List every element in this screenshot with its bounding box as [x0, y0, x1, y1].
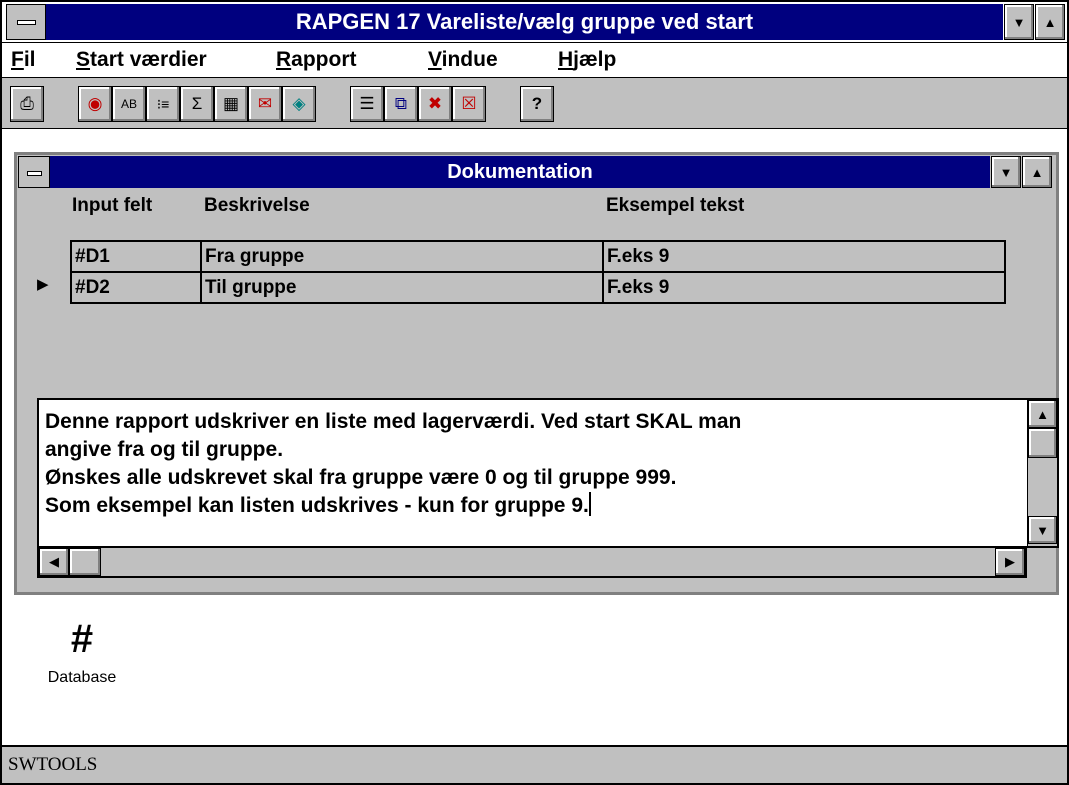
child-minimize-button[interactable]: ▼	[991, 156, 1021, 188]
calculator-icon[interactable]: ▦	[214, 86, 248, 122]
description-text: Denne rapport udskriver en liste med lag…	[45, 410, 742, 517]
horizontal-scrollbar[interactable]: ◀ ▶	[37, 548, 1027, 578]
ab-field-icon[interactable]: AB	[112, 86, 146, 122]
list-icon[interactable]: ⁝≡	[146, 86, 180, 122]
close-windows-icon[interactable]: ✖	[418, 86, 452, 122]
main-window: RAPGEN 17 Vareliste/vælg gruppe ved star…	[0, 0, 1069, 785]
table-row[interactable]: #D1 Fra gruppe F.eks 9	[17, 240, 1017, 273]
tile-icon[interactable]: ☰	[350, 86, 384, 122]
scroll-right-button[interactable]: ▶	[995, 548, 1025, 576]
maximize-button[interactable]: ▲	[1035, 4, 1065, 40]
cell-eksempel-tekst[interactable]: F.eks 9	[602, 271, 1006, 304]
scroll-thumb[interactable]	[1028, 428, 1057, 458]
vertical-scrollbar[interactable]: ▲ ▼	[1027, 400, 1057, 546]
status-text: SWTOOLS	[8, 754, 98, 775]
menu-rapport[interactable]: Rapport	[276, 43, 357, 77]
close-icon[interactable]: ☒	[452, 86, 486, 122]
cell-input-felt[interactable]: #D2	[70, 271, 202, 304]
printer-icon[interactable]: ⎙	[10, 86, 44, 122]
child-title-bar[interactable]: Dokumentation	[50, 156, 990, 188]
hash-icon: #	[70, 617, 94, 661]
documentation-window: Dokumentation ▼ ▲ Input felt Beskrivelse…	[14, 152, 1059, 595]
description-textarea[interactable]: Denne rapport udskriver en liste med lag…	[37, 398, 1059, 548]
child-window-title: Dokumentation	[447, 161, 593, 183]
column-header-beskrivelse: Beskrivelse	[204, 195, 310, 216]
cell-input-felt[interactable]: #D1	[70, 240, 202, 273]
system-menu-icon[interactable]	[6, 4, 46, 40]
diamond-icon[interactable]: ◈	[282, 86, 316, 122]
current-row-indicator-icon: ▶	[37, 276, 49, 293]
toolbar: ⎙ ◉ AB ⁝≡ Σ ▦ ✉ ◈ ☰ ⧉ ✖ ☒ ?	[2, 77, 1067, 129]
help-icon[interactable]: ?	[520, 86, 554, 122]
minimize-button[interactable]: ▼	[1004, 4, 1034, 40]
database-desktop-item[interactable]: # Database	[32, 617, 132, 707]
menu-start-vaerdier[interactable]: Start værdier	[76, 43, 207, 77]
column-header-input-felt: Input felt	[72, 195, 153, 216]
hscroll-thumb[interactable]	[69, 548, 101, 576]
scroll-down-button[interactable]: ▼	[1028, 516, 1057, 544]
target-icon[interactable]: ◉	[78, 86, 112, 122]
scroll-left-button[interactable]: ◀	[39, 548, 69, 576]
menu-fil[interactable]: Fil	[11, 43, 36, 77]
window-title: RAPGEN 17 Vareliste/vælg gruppe ved star…	[295, 9, 754, 34]
cell-eksempel-tekst[interactable]: F.eks 9	[602, 240, 1006, 273]
table-row[interactable]: ▶ #D2 Til gruppe F.eks 9	[17, 271, 1017, 304]
cascade-icon[interactable]: ⧉	[384, 86, 418, 122]
database-icon-label: Database	[47, 669, 117, 686]
scroll-up-button[interactable]: ▲	[1028, 400, 1057, 428]
chart-icon[interactable]: ✉	[248, 86, 282, 122]
menu-vindue[interactable]: Vindue	[428, 43, 498, 77]
window-title-bar[interactable]: RAPGEN 17 Vareliste/vælg gruppe ved star…	[46, 4, 1003, 40]
menu-hjaelp[interactable]: Hjælp	[558, 43, 616, 77]
menu-bar: Fil Start værdier Rapport Vindue Hjælp	[2, 42, 1067, 76]
child-maximize-button[interactable]: ▲	[1022, 156, 1052, 188]
child-system-menu-icon[interactable]	[18, 156, 50, 188]
status-bar: SWTOOLS	[2, 745, 1067, 783]
column-header-eksempel-tekst: Eksempel tekst	[606, 195, 745, 216]
cell-beskrivelse[interactable]: Til gruppe	[200, 271, 604, 304]
text-cursor	[588, 492, 591, 516]
sum-icon[interactable]: Σ	[180, 86, 214, 122]
cell-beskrivelse[interactable]: Fra gruppe	[200, 240, 604, 273]
